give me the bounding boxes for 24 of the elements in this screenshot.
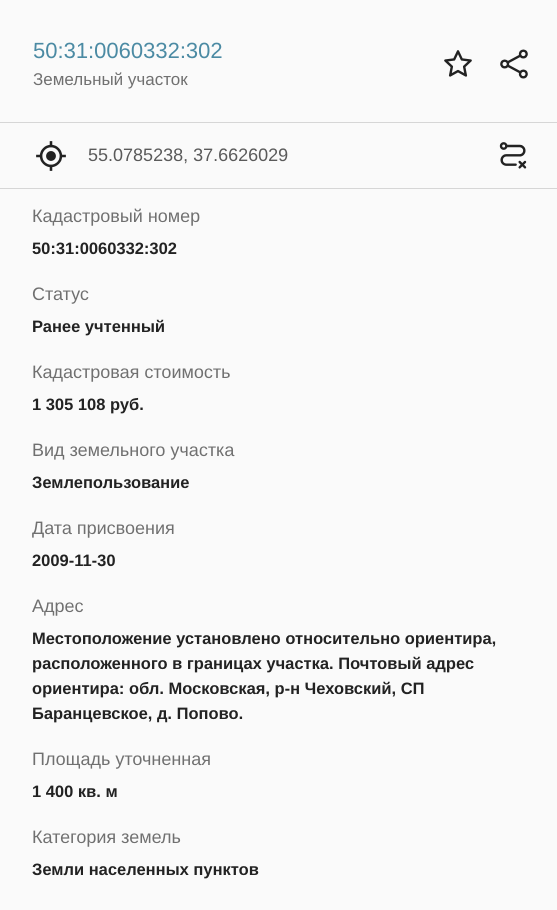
field-label: Статус [32, 284, 90, 305]
field-value: 2009-11-30 [32, 551, 116, 572]
field-label: Площадь уточненная [32, 749, 212, 770]
field-label: Вид земельного участка [32, 440, 236, 461]
field-label: Дата присвоения [32, 518, 176, 539]
field-value: 1 400 кв. м [32, 782, 119, 803]
field-value: Земли населенных пунктов [32, 860, 260, 881]
coordinates-text: 55.0785238, 37.6626029 [88, 145, 290, 166]
field-label: Кадастровый номер [32, 206, 202, 227]
parcel-number-title: 50:31:0060332:302 [33, 38, 223, 64]
field-value: Местоположение установлено относительно ориентира, расположенного в границах участка. Почтовый адрес ориентира: обл. Московская, р-н Чеховский, СП Баранцевское, д. Попово. [32, 629, 498, 725]
field-value: Землепользование [32, 473, 190, 494]
location-target-icon [34, 138, 68, 172]
route-button[interactable] [497, 140, 529, 172]
share-button[interactable] [497, 47, 531, 81]
field-value: 50:31:0060332:302 [32, 239, 178, 260]
parcel-type-subtitle: Земельный участок [33, 70, 188, 90]
share-icon [498, 48, 530, 80]
field-label: Категория земель [32, 827, 182, 848]
route-cancel-icon [497, 140, 529, 172]
field-label: Адрес [32, 596, 85, 617]
field-value: Ранее учтенный [32, 317, 166, 338]
field-value: 1 305 108 руб. [32, 395, 145, 416]
field-label: Кадастровая стоимость [32, 362, 232, 383]
